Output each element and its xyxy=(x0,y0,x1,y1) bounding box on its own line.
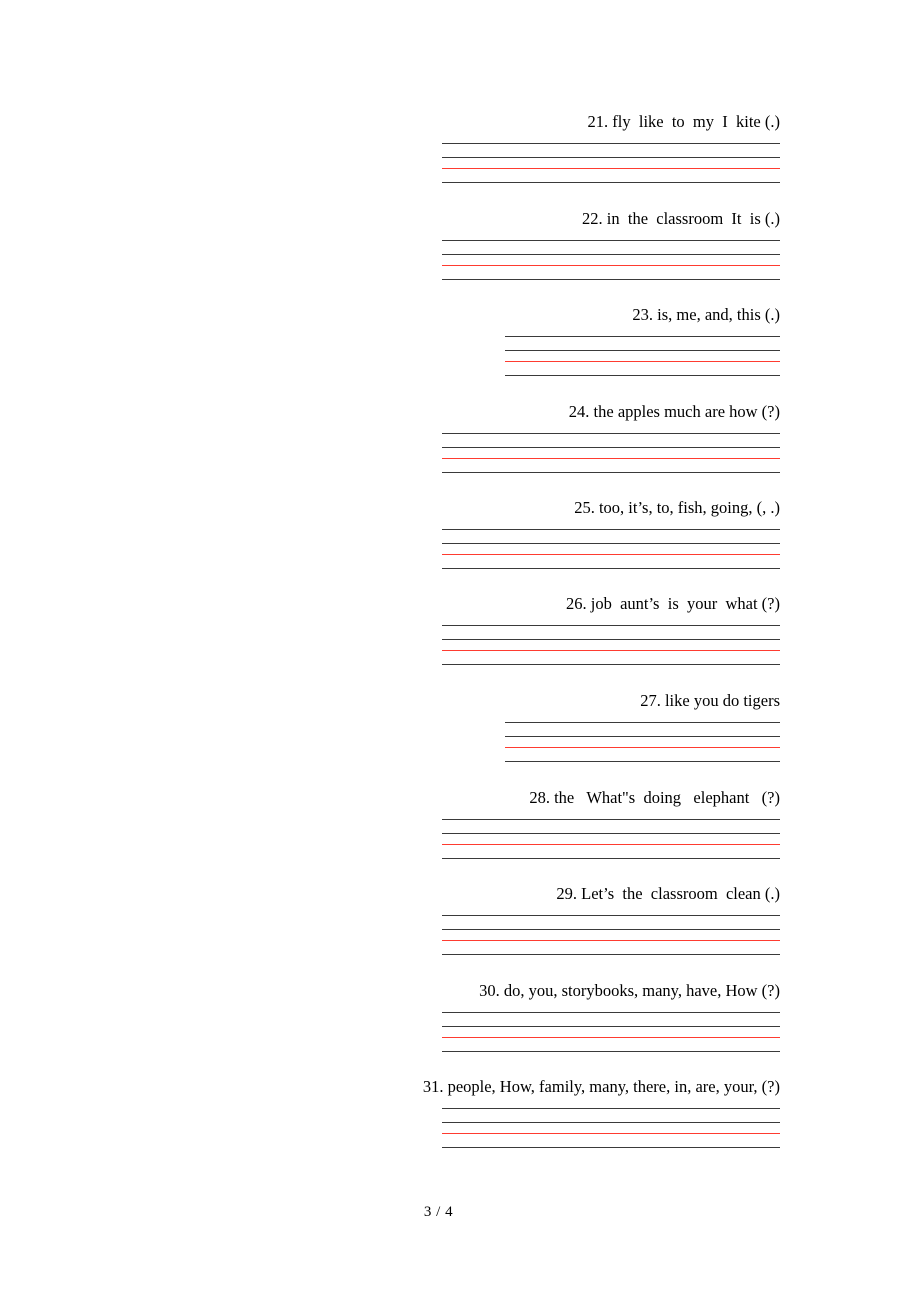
writing-line-4 xyxy=(442,1051,780,1052)
writing-line-gap xyxy=(442,158,780,168)
writing-line-gap xyxy=(442,255,780,265)
exercise-prompt: 26. job aunt’s is your what (?) xyxy=(565,594,780,613)
writing-line-4 xyxy=(442,472,780,473)
writing-line-gap xyxy=(442,626,780,639)
writing-line-gap xyxy=(505,337,780,350)
writing-line-gap xyxy=(442,448,780,458)
writing-line-gap xyxy=(442,834,780,844)
writing-line-gap xyxy=(505,362,780,375)
exercise-prompt: 23. is, me, and, this (.) xyxy=(632,305,780,324)
writing-line-4 xyxy=(505,375,780,376)
writing-line-gap xyxy=(442,930,780,940)
exercise-prompt: 30. do, you, storybooks, many, have, How… xyxy=(479,981,780,1000)
exercise-prompt: 22. in the classroom It is (.) xyxy=(582,209,780,228)
writing-line-4 xyxy=(505,761,780,762)
writing-line-4 xyxy=(442,279,780,280)
answer-writing-lines[interactable] xyxy=(442,1012,780,1052)
writing-line-4 xyxy=(442,182,780,183)
answer-writing-lines[interactable] xyxy=(442,433,780,473)
writing-line-4 xyxy=(442,1147,780,1148)
answer-writing-lines[interactable] xyxy=(505,722,780,762)
writing-line-gap xyxy=(505,748,780,761)
answer-writing-lines[interactable] xyxy=(442,240,780,280)
writing-line-gap xyxy=(442,144,780,157)
writing-line-gap xyxy=(442,916,780,929)
writing-line-gap xyxy=(442,241,780,254)
exercise-prompt: 21. fly like to my I kite (.) xyxy=(587,112,780,131)
writing-line-gap xyxy=(442,941,780,954)
writing-line-gap xyxy=(442,1038,780,1051)
page-number: 3 / 4 xyxy=(423,1204,454,1220)
answer-writing-lines[interactable] xyxy=(442,915,780,955)
writing-line-gap xyxy=(442,434,780,447)
writing-line-gap xyxy=(442,820,780,833)
exercise-prompt: 29. Let’s the classroom clean (.) xyxy=(556,884,780,903)
writing-line-gap xyxy=(442,1027,780,1037)
writing-line-gap xyxy=(442,1109,780,1122)
answer-writing-lines[interactable] xyxy=(442,625,780,665)
writing-line-gap xyxy=(442,459,780,472)
writing-line-4 xyxy=(442,954,780,955)
answer-writing-lines[interactable] xyxy=(442,819,780,859)
writing-line-gap xyxy=(442,640,780,650)
writing-line-gap xyxy=(442,555,780,568)
page-footer: 3 / 4 xyxy=(0,1204,920,1221)
writing-line-4 xyxy=(442,858,780,859)
worksheet-page: 21. fly like to my I kite (.) 22. in the … xyxy=(0,0,920,1302)
exercise-prompt: 27. like you do tigers xyxy=(640,691,780,710)
writing-line-4 xyxy=(442,568,780,569)
exercise-prompt: 25. too, it’s, to, fish, going, (, .) xyxy=(574,498,780,517)
writing-line-4 xyxy=(442,664,780,665)
writing-line-gap xyxy=(442,1134,780,1147)
answer-writing-lines[interactable] xyxy=(442,1108,780,1148)
writing-line-gap xyxy=(442,651,780,664)
writing-line-gap xyxy=(442,169,780,182)
exercise-prompt: 31. people, How, family, many, there, in… xyxy=(422,1077,780,1096)
writing-line-gap xyxy=(442,845,780,858)
writing-line-gap xyxy=(442,544,780,554)
writing-line-gap xyxy=(442,1123,780,1133)
writing-line-gap xyxy=(505,351,780,361)
answer-writing-lines[interactable] xyxy=(505,336,780,376)
writing-line-gap xyxy=(505,723,780,736)
answer-writing-lines[interactable] xyxy=(442,143,780,183)
writing-line-gap xyxy=(505,737,780,747)
writing-line-gap xyxy=(442,530,780,543)
exercise-prompt: 24. the apples much are how (?) xyxy=(568,402,780,421)
writing-line-gap xyxy=(442,266,780,279)
exercise-prompt: 28. the What"s doing elephant (?) xyxy=(529,788,780,807)
writing-line-gap xyxy=(442,1013,780,1026)
answer-writing-lines[interactable] xyxy=(442,529,780,569)
